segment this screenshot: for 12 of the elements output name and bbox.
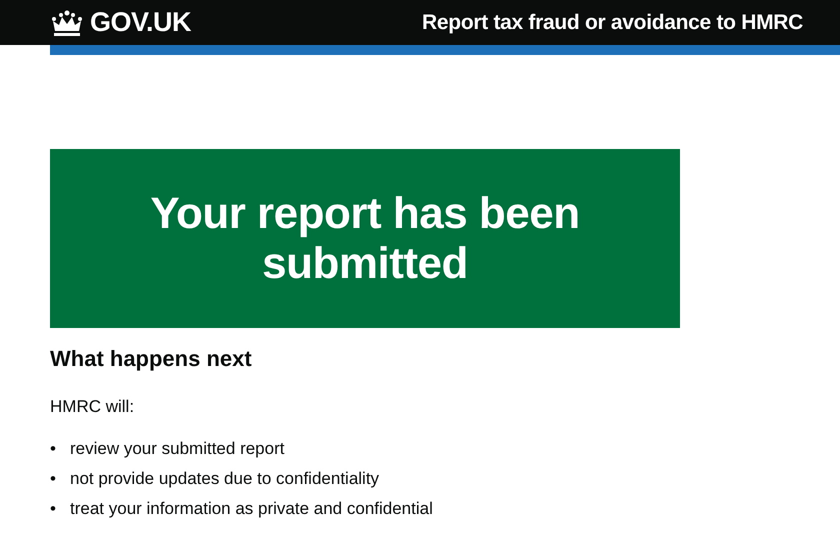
bullet: • [50, 498, 57, 520]
crown-logo-icon [50, 8, 84, 36]
list-item: not provide updates due to confidentiality [70, 468, 380, 490]
list-item: treat your information as private and confidential [70, 498, 433, 520]
logo-text[interactable]: GOV.UK [90, 7, 192, 38]
intro-text: HMRC will: [50, 396, 136, 418]
service-name[interactable]: Report tax fraud or avoidance to HMRC [422, 10, 803, 34]
bullet: • [50, 468, 57, 490]
bullet: • [50, 438, 57, 460]
list-item: review your submitted report [70, 438, 284, 460]
section-heading: What happens next [50, 345, 253, 373]
panel-title: Your report has been submitted [149, 188, 581, 288]
